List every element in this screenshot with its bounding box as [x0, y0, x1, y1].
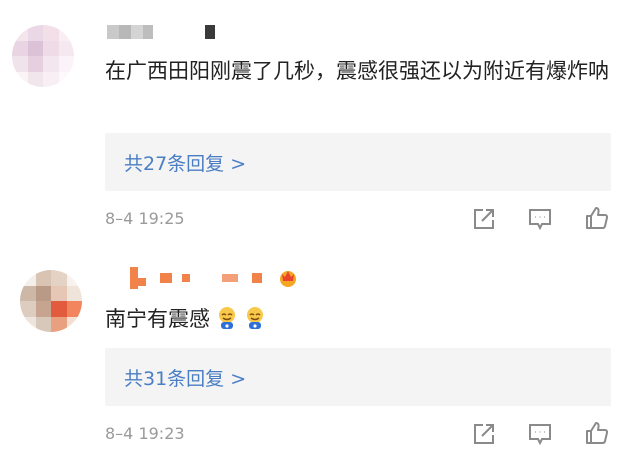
nickname[interactable]	[130, 267, 262, 289]
like-icon[interactable]	[584, 420, 610, 446]
timestamp: 8–4 19:25	[105, 209, 185, 228]
comment-item: 在广西田阳刚震了几秒，震感很强还以为附近有爆炸呐 共27条回复 > 8–4 19…	[0, 0, 641, 240]
comment-text: 南宁有震感	[105, 304, 505, 335]
avatar[interactable]	[12, 25, 74, 87]
vip-badge-icon	[277, 266, 299, 288]
crying-face-emoji	[216, 306, 238, 330]
nickname[interactable]	[107, 24, 215, 40]
crying-face-emoji	[244, 306, 266, 330]
replies-count: 共27条回复 >	[124, 152, 247, 175]
comment-icon[interactable]	[527, 421, 553, 447]
timestamp: 8–4 19:23	[105, 424, 185, 443]
share-icon[interactable]	[471, 421, 497, 447]
replies-button[interactable]: 共27条回复 >	[105, 133, 611, 191]
replies-button[interactable]: 共31条回复 >	[105, 348, 611, 406]
like-icon[interactable]	[584, 205, 610, 231]
comment-icon[interactable]	[527, 206, 553, 232]
comment-text: 在广西田阳刚震了几秒，震感很强还以为附近有爆炸呐	[105, 59, 609, 83]
comment-item: 南宁有震感 共31条回复 > 8–4 19:23	[0, 240, 641, 456]
avatar[interactable]	[20, 270, 82, 332]
replies-count: 共31条回复 >	[124, 367, 247, 390]
share-icon[interactable]	[471, 206, 497, 232]
